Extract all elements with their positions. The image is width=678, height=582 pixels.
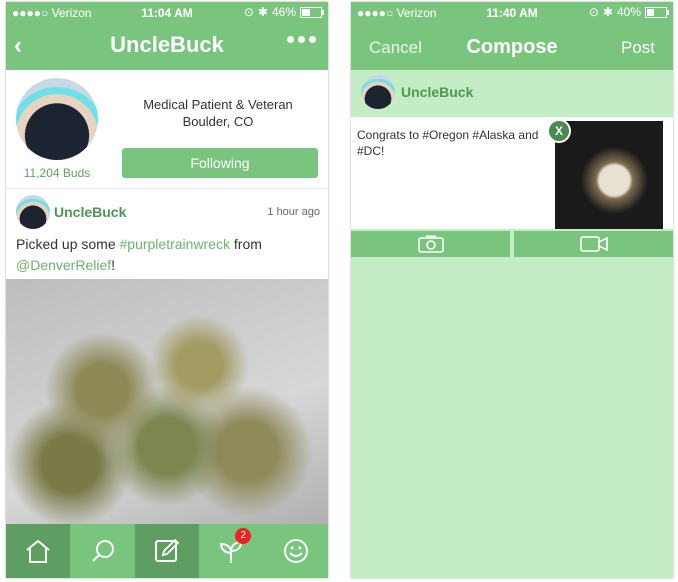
avatar[interactable] [16, 78, 98, 160]
lock-icon: ⊙ [243, 5, 254, 19]
status-right: ⊙ ✱ 46% [243, 5, 324, 19]
home-icon [26, 539, 50, 563]
avatar [361, 75, 395, 109]
lock-icon: ⊙ [588, 5, 599, 19]
bio-line: Medical Patient & Veteran [143, 97, 293, 112]
status-bar: ●●●●○ Verizon 11:04 AM ⊙ ✱ 46% [6, 2, 328, 24]
post-author[interactable]: UncleBuck [54, 204, 126, 220]
nav-bar: ●●●●○ Verizon 11:40 AM ⊙ ✱ 40% Cancel Co… [351, 2, 673, 70]
battery-icon [645, 6, 669, 18]
battery-percent: 40% [616, 5, 641, 19]
compose-icon [155, 538, 180, 562]
battery-fill [302, 8, 311, 16]
post-photo[interactable] [6, 279, 328, 525]
add-video-button[interactable] [514, 231, 673, 257]
video-icon [579, 236, 608, 252]
status-bar: ●●●●○ Verizon 11:40 AM ⊙ ✱ 40% [351, 2, 673, 24]
compose-area[interactable]: Congrats to #Oregon #Alaska and #DC! X [351, 117, 673, 229]
compose-user: UncleBuck [351, 70, 673, 114]
compose-screen: ●●●●○ Verizon 11:40 AM ⊙ ✱ 40% Cancel Co… [351, 2, 673, 578]
post-text-part: Picked up some [16, 236, 120, 252]
search-icon [91, 540, 114, 562]
tab-home[interactable] [6, 524, 71, 578]
post-text: Picked up some #purpletrainwreck from @De… [16, 234, 320, 276]
tab-bar: 2 [6, 524, 328, 578]
battery-icon [300, 6, 324, 18]
smiley-icon [283, 539, 308, 563]
tab-activity[interactable]: 2 [199, 524, 263, 578]
compose-actions [351, 231, 673, 257]
compose-text[interactable]: Congrats to #Oregon #Alaska and #DC! [357, 127, 547, 159]
hashtag-link[interactable]: #purpletrainwreck [120, 236, 231, 252]
profile-header: 11,204 Buds Medical Patient & Veteran Bo… [6, 70, 328, 189]
page-title: UncleBuck [110, 32, 224, 57]
tab-profile[interactable] [264, 524, 328, 578]
add-photo-button[interactable] [351, 231, 510, 257]
profile-screen: ●●●●○ Verizon 11:04 AM ⊙ ✱ 46% ‹ UncleBu… [6, 2, 328, 578]
bluetooth-icon: ✱ [257, 5, 268, 19]
status-right: ⊙ ✱ 40% [588, 5, 669, 19]
profile-bio: Medical Patient & Veteran Boulder, CO [118, 96, 318, 130]
attached-photo [555, 121, 663, 229]
post-text-part: ! [111, 257, 116, 273]
bluetooth-icon: ✱ [602, 5, 613, 19]
camera-icon [417, 235, 444, 253]
more-icon[interactable] [287, 36, 316, 43]
battery-percent: 46% [271, 5, 296, 19]
tab-search[interactable] [70, 524, 134, 578]
nav-bar: ●●●●○ Verizon 11:04 AM ⊙ ✱ 46% ‹ UncleBu… [6, 2, 328, 70]
post-header: UncleBuck 1 hour ago [6, 189, 328, 233]
mention-link[interactable]: @DenverRelief [16, 257, 111, 273]
remove-photo-button[interactable]: X [547, 119, 571, 143]
tab-compose[interactable] [134, 524, 200, 578]
bio-location: Boulder, CO [182, 114, 254, 129]
battery-fill [647, 8, 655, 16]
post-button[interactable]: Post [621, 38, 655, 58]
notification-badge: 2 [235, 528, 252, 544]
username: UncleBuck [401, 84, 474, 100]
post-text-part: from [230, 236, 262, 252]
buds-count[interactable]: 11,204 Buds [6, 166, 108, 180]
following-button[interactable]: Following [122, 148, 318, 178]
post-avatar[interactable] [16, 195, 50, 229]
post-time: 1 hour ago [267, 206, 320, 218]
